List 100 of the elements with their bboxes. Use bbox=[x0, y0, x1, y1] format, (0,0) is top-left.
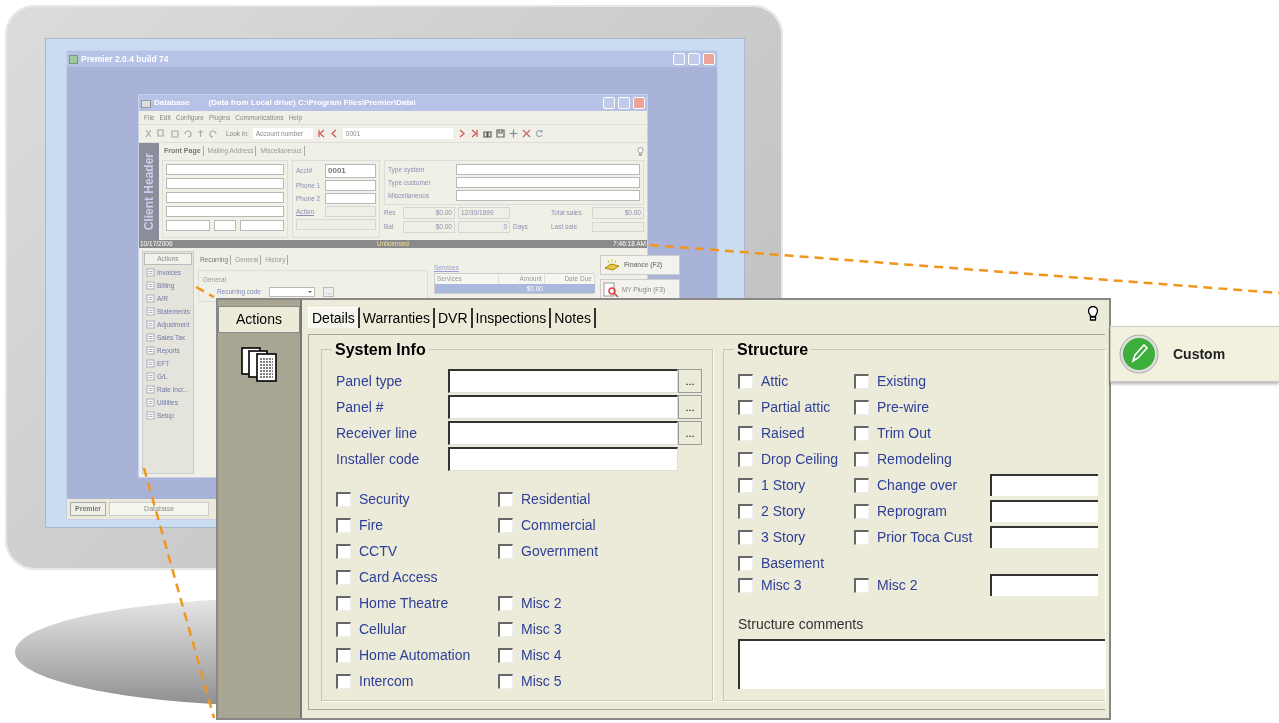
amount-field bbox=[592, 221, 644, 232]
input-field[interactable] bbox=[990, 574, 1098, 596]
checkbox[interactable] bbox=[336, 569, 351, 585]
checkbox[interactable] bbox=[854, 577, 869, 593]
previous-record-icon[interactable] bbox=[329, 129, 339, 138]
checkbox[interactable] bbox=[854, 529, 869, 545]
input-field[interactable] bbox=[990, 474, 1098, 496]
input-field[interactable] bbox=[448, 421, 678, 445]
checkbox[interactable] bbox=[738, 425, 753, 441]
browse-button[interactable]: ... bbox=[678, 395, 702, 419]
checkbox-label: Basement bbox=[761, 553, 825, 573]
input-field[interactable] bbox=[166, 178, 284, 189]
input-field[interactable] bbox=[214, 220, 236, 231]
checkbox[interactable] bbox=[336, 647, 351, 663]
input-field[interactable] bbox=[325, 180, 376, 191]
input-field[interactable] bbox=[990, 526, 1098, 548]
checkbox[interactable] bbox=[498, 543, 513, 559]
checkbox-label: Existing bbox=[877, 371, 927, 391]
checkbox-label: Partial attic bbox=[761, 397, 831, 417]
checkbox[interactable] bbox=[336, 595, 351, 611]
checkbox-label: Raised bbox=[761, 423, 805, 443]
input-field[interactable] bbox=[325, 193, 376, 204]
checkbox-label: CCTV bbox=[359, 541, 398, 561]
checkbox[interactable] bbox=[738, 529, 753, 545]
input-field[interactable] bbox=[448, 395, 678, 419]
checkbox-label: 3 Story bbox=[761, 527, 806, 547]
checkbox[interactable] bbox=[854, 425, 869, 441]
first-record-icon[interactable] bbox=[316, 129, 326, 138]
checkbox[interactable] bbox=[738, 373, 753, 389]
document-icon bbox=[146, 358, 155, 368]
checkbox[interactable] bbox=[738, 555, 753, 571]
checkbox[interactable] bbox=[854, 399, 869, 415]
magnifier-icon bbox=[602, 282, 619, 298]
checkbox[interactable] bbox=[336, 621, 351, 637]
input-field[interactable] bbox=[456, 164, 640, 175]
input-field[interactable] bbox=[166, 164, 284, 175]
tab[interactable]: Details bbox=[308, 307, 360, 328]
browse-button[interactable]: ... bbox=[678, 421, 702, 445]
checkbox-label: Security bbox=[359, 489, 410, 509]
checkbox[interactable] bbox=[738, 477, 753, 493]
checkbox[interactable] bbox=[498, 491, 513, 507]
document-icon bbox=[146, 280, 155, 290]
window-title: Database bbox=[154, 97, 190, 109]
input-field[interactable] bbox=[456, 190, 640, 201]
input-field[interactable] bbox=[166, 206, 284, 217]
checkbox-label: Trim Out bbox=[877, 423, 931, 443]
document-icon bbox=[146, 371, 155, 381]
document-icon bbox=[146, 306, 155, 316]
checkbox[interactable] bbox=[336, 673, 351, 689]
checkbox-label: Prior Toca Cust bbox=[877, 527, 973, 547]
field-label: Installer code bbox=[336, 449, 421, 469]
input-field[interactable] bbox=[166, 192, 284, 203]
input-field[interactable] bbox=[448, 369, 678, 393]
documents-icon[interactable] bbox=[240, 345, 278, 383]
input-field[interactable] bbox=[990, 500, 1098, 522]
field-label: Panel # bbox=[336, 397, 385, 417]
delete-icon[interactable] bbox=[521, 129, 531, 138]
last-record-icon[interactable] bbox=[469, 129, 479, 138]
app-icon bbox=[69, 54, 78, 64]
side-label: Client Header bbox=[141, 152, 157, 231]
checkbox[interactable] bbox=[498, 621, 513, 637]
checkbox[interactable] bbox=[738, 503, 753, 519]
checkbox[interactable] bbox=[336, 543, 351, 559]
input-field[interactable] bbox=[456, 177, 640, 188]
browse-button[interactable]: ... bbox=[678, 369, 702, 393]
checkbox-label: Misc 2 bbox=[877, 575, 918, 595]
checkbox[interactable] bbox=[854, 451, 869, 467]
checkbox-label: Fire bbox=[359, 515, 384, 535]
lightbulb-icon[interactable] bbox=[1087, 306, 1099, 322]
window-subtitle: (Data from Local drive) C:\Program Files\Premier\Data\ bbox=[208, 97, 417, 109]
checkbox-label: Reprogram bbox=[877, 501, 948, 521]
checkbox[interactable] bbox=[854, 503, 869, 519]
checkbox[interactable] bbox=[738, 577, 753, 593]
binoculars-icon[interactable] bbox=[482, 129, 492, 138]
account-field[interactable]: 0001 bbox=[325, 164, 376, 178]
checkbox-label: 2 Story bbox=[761, 501, 806, 521]
checkbox-label: Home Theatre bbox=[359, 593, 449, 613]
checkbox[interactable] bbox=[336, 491, 351, 507]
checkbox[interactable] bbox=[854, 373, 869, 389]
checkbox[interactable] bbox=[498, 647, 513, 663]
checkbox[interactable] bbox=[498, 673, 513, 689]
input-field[interactable] bbox=[166, 220, 210, 231]
input-field[interactable] bbox=[240, 220, 284, 231]
comments-field[interactable] bbox=[738, 639, 1105, 689]
table-cell bbox=[544, 283, 595, 294]
checkbox[interactable] bbox=[498, 517, 513, 533]
save-icon[interactable] bbox=[495, 129, 505, 138]
checkbox[interactable] bbox=[738, 451, 753, 467]
tab[interactable]: Warranties bbox=[359, 308, 435, 328]
add-icon[interactable] bbox=[508, 129, 518, 138]
database-icon bbox=[141, 98, 151, 108]
input-field[interactable] bbox=[448, 447, 678, 471]
custom-button[interactable]: Custom bbox=[1110, 326, 1279, 382]
checkbox-label: Drop Ceiling bbox=[761, 449, 839, 469]
checkbox[interactable] bbox=[498, 595, 513, 611]
checkbox-label: Misc 2 bbox=[521, 593, 562, 613]
checkbox[interactable] bbox=[336, 517, 351, 533]
checkbox[interactable] bbox=[738, 399, 753, 415]
document-icon bbox=[146, 293, 155, 303]
checkbox[interactable] bbox=[854, 477, 869, 493]
